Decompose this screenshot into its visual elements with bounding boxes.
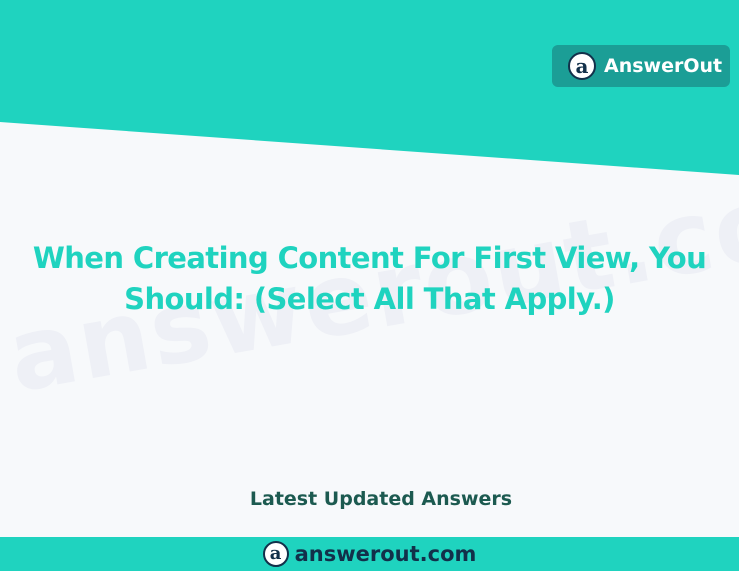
answerout-logo-icon: a <box>568 52 596 80</box>
brand-badge[interactable]: a AnswerOut <box>552 45 730 87</box>
question-line-2: Should: (Select All That Apply.) <box>124 282 615 316</box>
latest-updated-answers-label: Latest Updated Answers <box>249 488 513 510</box>
header-banner <box>0 0 739 175</box>
question-title: When Creating Content For First View, Yo… <box>0 238 739 320</box>
footer-site-url[interactable]: answerout.com <box>295 542 477 566</box>
answerout-logo-icon: a <box>262 541 289 567</box>
question-line-1: When Creating Content For First View, Yo… <box>32 241 707 275</box>
footer-bar[interactable]: a answerout.com <box>0 537 739 571</box>
brand-name: AnswerOut <box>604 55 723 77</box>
